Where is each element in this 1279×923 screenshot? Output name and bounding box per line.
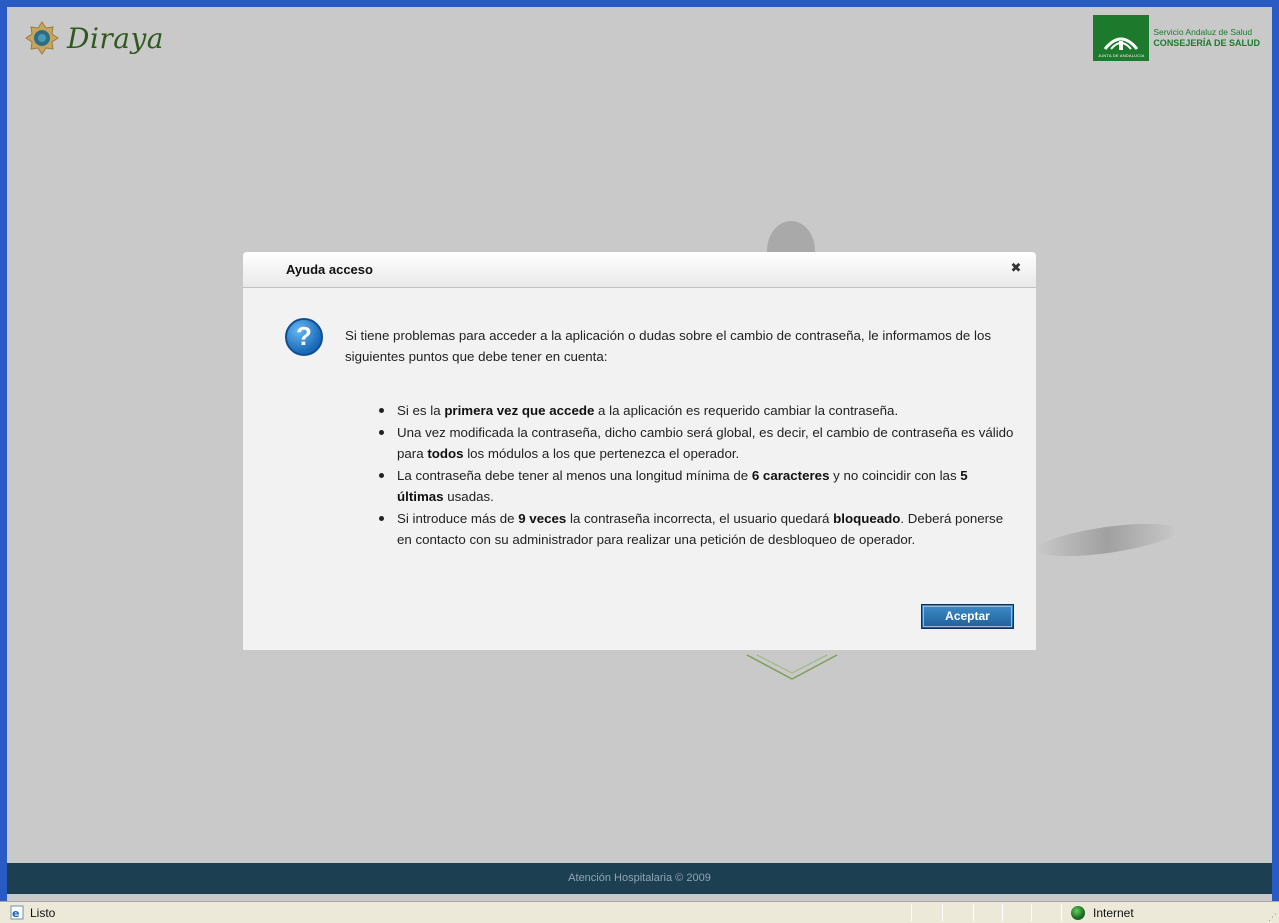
sas-logo: JUNTA DE ANDALUCIA Servicio Andaluz de S…	[1093, 15, 1260, 61]
dialog-intro-text: Si tiene problemas para acceder a la apl…	[345, 328, 992, 364]
question-icon: ?	[285, 318, 323, 356]
list-item: Una vez modificada la contraseña, dicho …	[379, 422, 1014, 465]
dialog-title: Ayuda acceso	[286, 262, 373, 277]
background-decoration-diamond	[746, 654, 838, 680]
internet-zone-icon	[1071, 906, 1085, 920]
accept-button[interactable]: Aceptar	[921, 604, 1014, 629]
security-zone-text: Internet	[1093, 906, 1134, 920]
diraya-logo-text: Diraya	[67, 21, 164, 55]
help-dialog: Ayuda acceso ✖ ? Si tiene problemas para…	[243, 252, 1036, 650]
list-item: Si es la primera vez que accede a la apl…	[379, 400, 1014, 422]
consejeria-name: CONSEJERÍA DE SALUD	[1153, 38, 1260, 48]
status-divider	[1061, 904, 1062, 921]
status-divider	[1002, 904, 1003, 921]
diraya-logo: Diraya	[25, 21, 164, 55]
background-decoration-streak	[1035, 517, 1179, 563]
help-points-list: Si es la primera vez que accede a la apl…	[379, 400, 1014, 551]
sas-name: Servicio Andaluz de Salud	[1153, 27, 1253, 37]
browser-status-bar: e Listo Internet ⋰	[0, 901, 1279, 923]
list-item: La contraseña debe tener al menos una lo…	[379, 465, 1014, 508]
junta-badge-text: JUNTA DE ANDALUCIA	[1098, 53, 1145, 58]
junta-arch-icon	[1104, 37, 1139, 50]
status-divider	[1031, 904, 1032, 921]
page-footer: Atención Hospitalaria © 2009	[7, 863, 1272, 894]
dialog-header: Ayuda acceso ✖	[243, 252, 1036, 288]
sas-logo-text: Servicio Andaluz de Salud CONSEJERÍA DE …	[1153, 27, 1260, 49]
status-divider	[911, 904, 912, 921]
status-divider	[942, 904, 943, 921]
resize-grip-icon[interactable]: ⋰	[1268, 913, 1277, 922]
status-divider	[973, 904, 974, 921]
ie-page-icon: e	[10, 905, 24, 920]
list-item: Si introduce más de 9 veces la contraseñ…	[379, 508, 1014, 551]
close-icon[interactable]: ✖	[1010, 261, 1022, 275]
svg-text:e: e	[12, 907, 19, 920]
status-text: Listo	[30, 906, 56, 920]
browser-content: Diraya JUNTA DE ANDALUCIA Servicio Andal…	[7, 7, 1272, 901]
diraya-star-icon	[25, 21, 59, 55]
junta-andalucia-badge: JUNTA DE ANDALUCIA	[1093, 15, 1150, 61]
